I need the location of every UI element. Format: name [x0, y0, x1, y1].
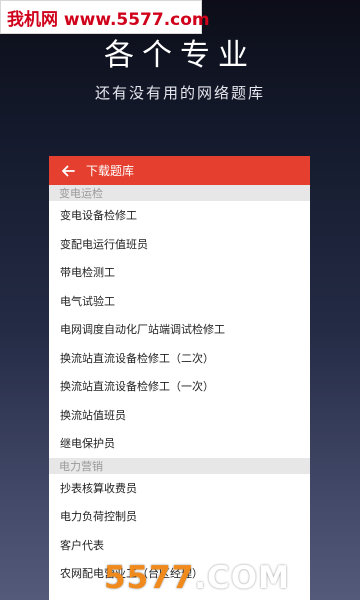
watermark-digits: 5577	[104, 560, 195, 596]
list-item[interactable]: 带电检测工	[49, 258, 310, 287]
list-item[interactable]: 换流站直流设备检修工（二次）	[49, 344, 310, 373]
list-item[interactable]: 继电保护员	[49, 429, 310, 458]
list-item[interactable]: 换流站直流设备检修工（一次）	[49, 372, 310, 401]
list-item[interactable]: 换流站值班员	[49, 401, 310, 430]
watermark-suffix: .COM	[194, 560, 291, 596]
watermark-bottom: 5577.COM	[104, 560, 290, 596]
list-item[interactable]: 变配电运行值班员	[49, 230, 310, 259]
list-item[interactable]: 客户代表	[49, 531, 310, 560]
arrow-left-icon[interactable]	[61, 164, 75, 178]
hero-title: 各个专业	[104, 38, 256, 73]
app-bar-title: 下载题库	[86, 164, 135, 178]
hero: 各个专业 还有没有用的网络题库	[0, 36, 360, 104]
list-item[interactable]: 变电设备检修工	[49, 201, 310, 230]
hero-subtitle: 还有没有用的网络题库	[94, 84, 265, 102]
section-header-marketing: 电力营销	[49, 457, 310, 474]
list-item[interactable]: 抄表核算收费员	[49, 474, 310, 503]
app-bar: 下载题库	[49, 156, 310, 185]
list-item[interactable]: 电网调度自动化厂站端调试检修工	[49, 315, 310, 344]
list-item[interactable]: 电力负荷控制员	[49, 502, 310, 531]
watermark-top: 我机网 www.5577.com	[0, 0, 210, 34]
list-item[interactable]: 电气试验工	[49, 287, 310, 316]
section-header-substation: 变电运检	[49, 185, 310, 201]
download-bank-screen: 下载题库 变电运检 变电设备检修工 变配电运行值班员 带电检测工 电气试验工 电…	[49, 156, 310, 600]
